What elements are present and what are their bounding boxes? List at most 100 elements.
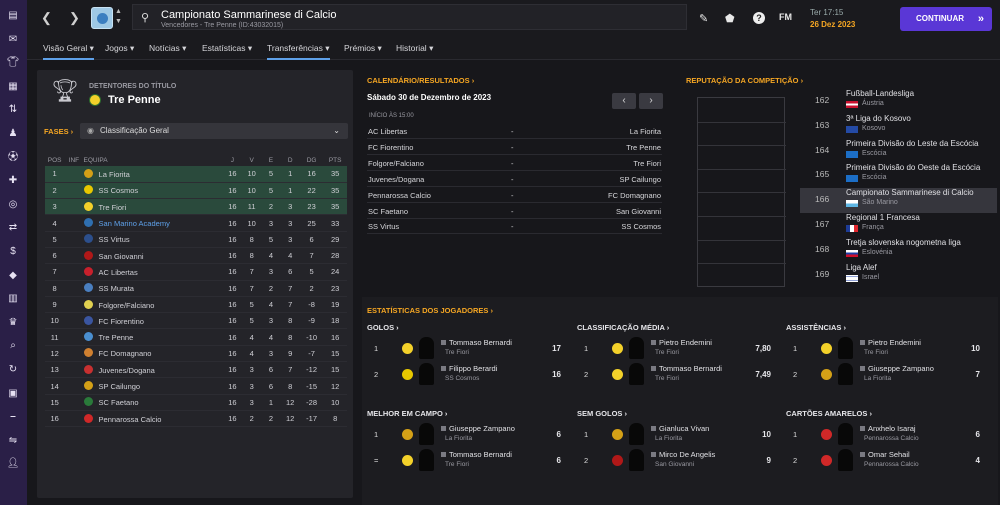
team-name[interactable]: SS Murata [99,284,134,293]
tactics-icon[interactable]: ▦ [6,81,20,93]
phases-label[interactable]: FASES › [44,127,73,136]
table-row[interactable]: 14 SP Cailungo 16 3 6 8 -15 12 [45,377,347,395]
competition-name[interactable]: Fußball-Landesliga [846,89,914,98]
team-name[interactable]: SP Cailungo [99,382,141,391]
player-stat-row[interactable]: 1 Tommaso Bernardi Tre Fiori 17 [367,337,567,359]
team-name[interactable]: AC Libertas [99,268,138,277]
player-name[interactable]: Tommaso Bernardi [651,364,722,373]
home-team[interactable]: FC Fiorentino [368,143,413,152]
column-header[interactable]: DG [300,154,324,166]
competition-name[interactable]: Tretja slovenska nogometna liga [846,238,961,247]
tab-jogos[interactable]: Jogos ▾ [105,43,134,58]
home-team[interactable]: Juvenes/Dogana [368,175,424,184]
continue-button[interactable]: CONTINUAR » [900,7,992,31]
competitions-icon[interactable]: ♛ [6,317,20,329]
player-name[interactable]: Mirco De Angelis [651,450,715,459]
network-icon[interactable]: ⇋ [6,435,20,447]
reputation-row[interactable]: 168 Tretja slovenska nogometna liga Eslové… [800,238,997,263]
fixture-row[interactable]: Folgore/Falciano - Tre Fiori [367,156,662,171]
player-name[interactable]: Pietro Endemini [860,338,921,347]
table-row[interactable]: 5 SS Virtus 16 8 5 3 6 29 [45,231,347,248]
player-name[interactable]: Anxhelo Isaraj [860,424,916,433]
reputation-row[interactable]: 164 Primeira Divisão do Leste da Escócia E… [800,139,997,164]
stat-golos-title[interactable]: GOLOS › [367,323,399,332]
player-stat-row[interactable]: 2 Omar Sehail Pennarossa Calcio 4 [786,449,986,471]
reputation-row[interactable]: 167 Regional 1 Francesa França [800,213,997,238]
home-team[interactable]: SS Virtus [368,222,399,231]
home-team[interactable]: SC Faetano [368,207,408,216]
tools-icon[interactable]: ⎯ [6,411,20,423]
team-name[interactable]: FC Fiorentino [99,317,144,326]
reputation-title[interactable]: REPUTAÇÃO DA COMPETIÇÃO › [686,76,803,85]
stat-assist-title[interactable]: ASSISTÊNCIAS › [786,323,846,332]
away-team[interactable]: La Fiorita [630,127,661,136]
home-team[interactable]: Pennarossa Calcio [368,191,431,200]
column-header[interactable]: POS [45,154,64,166]
fixture-row[interactable]: Pennarossa Calcio - FC Domagnano [367,188,662,203]
competition-name[interactable]: Primeira Divisão do Leste da Escócia [846,139,979,148]
team-name[interactable]: SS Cosmos [99,186,139,195]
stat-mvp-title[interactable]: MELHOR EM CAMPO › [367,409,447,418]
team-name[interactable]: San Giovanni [99,252,144,261]
away-team[interactable]: Tre Penne [626,143,661,152]
away-team[interactable]: San Giovanni [616,207,661,216]
column-header[interactable]: INF [64,154,83,166]
team-name[interactable]: Pennarossa Calcio [99,415,162,424]
team-name[interactable]: Tre Fiori [99,203,127,212]
player-stat-row[interactable]: 1 Anxhelo Isaraj Pennarossa Calcio 6 [786,423,986,445]
search-icon[interactable]: ⌕ [6,340,20,352]
fixture-row[interactable]: SS Virtus - SS Cosmos [367,219,662,235]
player-stat-row[interactable]: 2 Filippo Berardi SS Cosmos 16 [367,363,567,385]
save-icon[interactable]: ▣ [6,388,20,400]
table-row[interactable]: 2 SS Cosmos 16 10 5 1 22 35 [45,182,347,200]
player-team[interactable]: Tre Fiori [655,349,679,356]
table-row[interactable]: 1 La Fiorita 16 10 5 1 16 35 [45,166,347,183]
away-team[interactable]: SP Cailungo [619,175,661,184]
player-team[interactable]: San Giovanni [655,461,694,468]
column-header[interactable]: J [223,154,242,166]
team-name[interactable]: San Marino Academy [99,219,170,228]
transfers-icon[interactable]: ⇄ [6,222,20,234]
player-name[interactable]: Gianluca Vivan [651,424,709,433]
next-date-button[interactable]: › [639,93,663,109]
phase-select[interactable]: ◉ Classificação Geral ⌄ [80,123,348,139]
reputation-row[interactable]: 165 Primeira Divisão do Oeste da Escócia E… [800,163,997,188]
home-team[interactable]: AC Libertas [368,127,407,136]
inbox-icon[interactable]: ✉ [6,34,20,46]
column-header[interactable]: EQUIPA [84,154,223,166]
team-name[interactable]: SC Faetano [99,398,139,407]
column-header[interactable]: V [242,154,261,166]
fixtures-title[interactable]: CALENDÁRIO/RESULTADOS › [367,76,474,85]
column-header[interactable]: E [261,154,280,166]
player-name[interactable]: Giuseppe Zampano [441,424,515,433]
player-team[interactable]: Tre Fiori [655,375,679,382]
forward-arrow-icon[interactable]: ❯ [69,10,80,26]
table-row[interactable]: 8 SS Murata 16 7 2 7 2 23 [45,280,347,297]
player-team[interactable]: Pennarossa Calcio [864,461,919,468]
player-team[interactable]: La Fiorita [864,375,891,382]
medical-icon[interactable]: ✚ [6,175,20,187]
player-stat-row[interactable]: 2 Giuseppe Zampano La Fiorita 7 [786,363,986,385]
tab-transferencias[interactable]: Transferências ▾ [267,43,330,60]
away-team[interactable]: Tre Fiori [633,159,661,168]
reputation-row[interactable]: 163 3ª Liga do Kosovo Kosovo [800,114,997,139]
away-team[interactable]: FC Domagnano [608,191,661,200]
prev-date-button[interactable]: ‹ [612,93,636,109]
competition-name[interactable]: Regional 1 Francesa [846,213,920,222]
back-arrow-icon[interactable]: ❮ [41,10,52,26]
table-row[interactable]: 11 Tre Penne 16 4 4 8 -10 16 [45,328,347,346]
tab-visao-geral[interactable]: Visão Geral ▾ [43,43,94,60]
table-row[interactable]: 10 FC Fiorentino 16 5 3 8 -9 18 [45,312,347,330]
table-row[interactable]: 16 Pennarossa Calcio 16 2 2 12 -17 8 [45,410,347,428]
title-holder-team[interactable]: Tre Penne [108,94,161,106]
fm-menu-button[interactable]: FM [779,12,792,22]
menu-icon[interactable]: ▤ [6,10,20,22]
player-name[interactable]: Tommaso Bernardi [441,450,512,459]
team-name[interactable]: FC Domagnano [99,349,152,358]
player-stat-row[interactable]: 1 Giuseppe Zampano La Fiorita 6 [367,423,567,445]
column-header[interactable]: PTS [323,154,347,166]
away-team[interactable]: SS Cosmos [621,222,661,231]
table-row[interactable]: 13 Juvenes/Dogana 16 3 6 7 -12 15 [45,361,347,379]
fixture-row[interactable]: Juvenes/Dogana - SP Cailungo [367,172,662,187]
team-name[interactable]: Folgore/Falciano [99,301,155,310]
